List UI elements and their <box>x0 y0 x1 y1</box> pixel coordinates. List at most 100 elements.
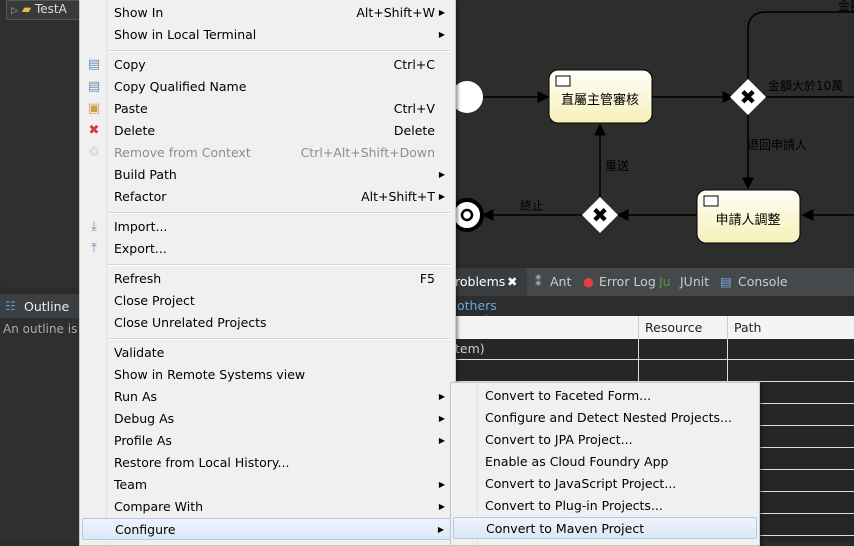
menu-item-paste[interactable]: ▣ Paste Ctrl+V <box>82 98 453 120</box>
tab-ant[interactable]: Ant <box>550 274 571 289</box>
menu-item-debug-as[interactable]: Debug As ▶ <box>82 408 453 430</box>
flow-label-top: 金額 <box>838 0 854 13</box>
project-folder-icon: ▰ <box>21 2 32 16</box>
menu-item-validate[interactable]: Validate <box>82 342 453 364</box>
menu-item-label: Enable as Cloud Foundry App <box>485 454 669 469</box>
menu-item-refresh[interactable]: Refresh F5 <box>82 268 453 290</box>
sort-ascending-icon[interactable]: ˄ <box>484 314 489 324</box>
end-event <box>450 198 484 232</box>
menu-separator <box>108 264 451 266</box>
menu-item-label: Configure and Detect Nested Projects... <box>485 410 732 425</box>
task-1-label: 直屬主管審核 <box>561 93 639 108</box>
menu-item-enable-as-cloud-foundry-app[interactable]: Enable as Cloud Foundry App <box>453 451 757 473</box>
menu-item-compare-with[interactable]: Compare With ▶ <box>82 496 453 518</box>
tab-problems-label: roblems <box>455 274 506 289</box>
task-1[interactable]: 直屬主管審核 <box>548 69 653 124</box>
outline-view: An outline is n <box>0 318 89 542</box>
menu-item-label: Convert to JPA Project... <box>485 432 633 447</box>
menu-item-label: Debug As <box>114 411 175 426</box>
menu-item-configure[interactable]: Configure ▶ <box>82 518 453 540</box>
diagram-svg: 直屬主管審核 申請人調整 ✖ ✖ 金額大於10萬 退回申請人 重送 終止 金額 <box>450 0 854 244</box>
menu-item-close-project[interactable]: Close Project <box>82 290 453 312</box>
menu-item-copy-qualified-name[interactable]: ▤ Copy Qualified Name <box>82 76 453 98</box>
tab-console[interactable]: Console <box>738 274 788 289</box>
bpmn-diagram-canvas[interactable]: 直屬主管審核 申請人調整 ✖ ✖ 金額大於10萬 退回申請人 重送 終止 金額 <box>450 0 854 262</box>
menu-item-refactor[interactable]: Refactor Alt+Shift+T ▶ <box>82 186 453 208</box>
outline-icon: ☷ <box>5 299 16 313</box>
menu-item-label: Convert to Plug-in Projects... <box>485 498 663 513</box>
flow-label-return: 退回申請人 <box>747 138 807 152</box>
menu-separator <box>108 212 451 214</box>
tab-outline[interactable]: Outline <box>24 299 69 314</box>
bottom-tab-bar: roblems ✖ ⁑ Ant ● Error Log Ju JUnit ▤ C… <box>455 268 854 296</box>
menu-item-label: Restore from Local History... <box>114 455 290 470</box>
junit-icon: Ju <box>659 274 671 289</box>
menu-item-label: Build Path <box>114 167 177 182</box>
menu-item-close-unrelated-projects[interactable]: Close Unrelated Projects <box>82 312 453 334</box>
tree-item-project[interactable]: ▷ ▰ TestA <box>6 0 88 20</box>
task-2[interactable]: 申請人調整 <box>696 189 801 244</box>
submenu-arrow-icon: ▶ <box>438 392 445 401</box>
start-event <box>451 81 483 113</box>
expand-arrow-icon[interactable]: ▷ <box>11 6 18 16</box>
menu-item-run-as[interactable]: Run As ▶ <box>82 386 453 408</box>
menu-item-profile-as[interactable]: Profile As ▶ <box>82 430 453 452</box>
ant-icon: ⁑ <box>535 274 542 289</box>
menu-item-import[interactable]: ⤓ Import... <box>82 216 453 238</box>
menu-item-copy[interactable]: ▤ Copy Ctrl+C <box>82 54 453 76</box>
menu-item-convert-to-maven-project[interactable]: Convert to Maven Project <box>453 517 757 539</box>
copy-icon: ▤ <box>87 57 101 72</box>
menu-item-export[interactable]: ⤒ Export... <box>82 238 453 260</box>
tab-error-log[interactable]: Error Log <box>599 274 656 289</box>
menu-item-configure-and-detect-nested-projects[interactable]: Configure and Detect Nested Projects... <box>453 407 757 429</box>
problems-summary: others <box>455 296 854 316</box>
menu-item-show-in-remote-systems-view[interactable]: Show in Remote Systems view <box>82 364 453 386</box>
menu-item-label: Delete <box>114 123 156 138</box>
close-icon[interactable]: ✖ <box>507 274 517 289</box>
menu-item-label: Refresh <box>114 271 162 286</box>
error-log-icon: ● <box>583 274 594 289</box>
flow-gateway1-top <box>747 11 854 82</box>
copy-qualified-icon: ▤ <box>87 79 101 94</box>
delete-icon: ✖ <box>88 123 100 138</box>
exclusive-gateway-1: ✖ <box>730 79 766 115</box>
console-icon: ▤ <box>720 274 732 289</box>
submenu-arrow-icon: ▶ <box>437 525 444 534</box>
menu-item-restore-from-local-history[interactable]: Restore from Local History... <box>82 452 453 474</box>
column-path[interactable]: Path <box>727 316 854 339</box>
tab-problems[interactable]: roblems ✖ <box>455 268 527 296</box>
menu-item-show-in[interactable]: Show In Alt+Shift+W ▶ <box>82 2 453 24</box>
others-link[interactable]: others <box>457 298 497 313</box>
submenu-arrow-icon: ▶ <box>438 502 445 511</box>
menu-item-convert-to-plug-in-projects[interactable]: Convert to Plug-in Projects... <box>453 495 757 517</box>
menu-item-convert-to-jpa-project[interactable]: Convert to JPA Project... <box>453 429 757 451</box>
menu-item-build-path[interactable]: Build Path ▶ <box>82 164 453 186</box>
menu-item-shortcut: Alt+Shift+T <box>361 189 435 204</box>
configure-submenu: Convert to Faceted Form... Configure and … <box>450 382 760 546</box>
menu-item-show-in-local-terminal[interactable]: Show in Local Terminal ▶ <box>82 24 453 46</box>
menu-item-label: Export... <box>114 241 167 256</box>
menu-item-label: Convert to Maven Project <box>486 521 645 536</box>
menu-item-delete[interactable]: ✖ Delete Delete <box>82 120 453 142</box>
tab-junit[interactable]: JUnit <box>680 274 709 289</box>
menu-item-convert-to-faceted-form[interactable]: Convert to Faceted Form... <box>453 385 757 407</box>
project-label: TestA <box>34 2 67 16</box>
menu-item-label: Show in Remote Systems view <box>114 367 306 382</box>
submenu-arrow-icon: ▶ <box>438 30 445 39</box>
submenu-arrow-icon: ▶ <box>438 480 445 489</box>
menu-item-label: Compare With <box>114 499 204 514</box>
menu-item-label: Run As <box>114 389 158 404</box>
flow-label-resend: 重送 <box>605 158 629 173</box>
menu-item-shortcut: Ctrl+V <box>393 101 435 116</box>
menu-item-team[interactable]: Team ▶ <box>82 474 453 496</box>
menu-item-label: Profile As <box>114 433 172 448</box>
menu-item-shortcut: Alt+Shift+W <box>356 5 435 20</box>
column-resource[interactable]: Resource <box>638 316 727 339</box>
menu-separator <box>108 338 451 340</box>
paste-icon: ▣ <box>87 101 101 116</box>
menu-item-label: Convert to JavaScript Project... <box>485 476 677 491</box>
menu-item-convert-to-javascript-project[interactable]: Convert to JavaScript Project... <box>453 473 757 495</box>
menu-item-shortcut: Ctrl+C <box>393 57 435 72</box>
flow-label-terminate: 終止 <box>520 198 544 213</box>
submenu-arrow-icon: ▶ <box>438 8 445 17</box>
